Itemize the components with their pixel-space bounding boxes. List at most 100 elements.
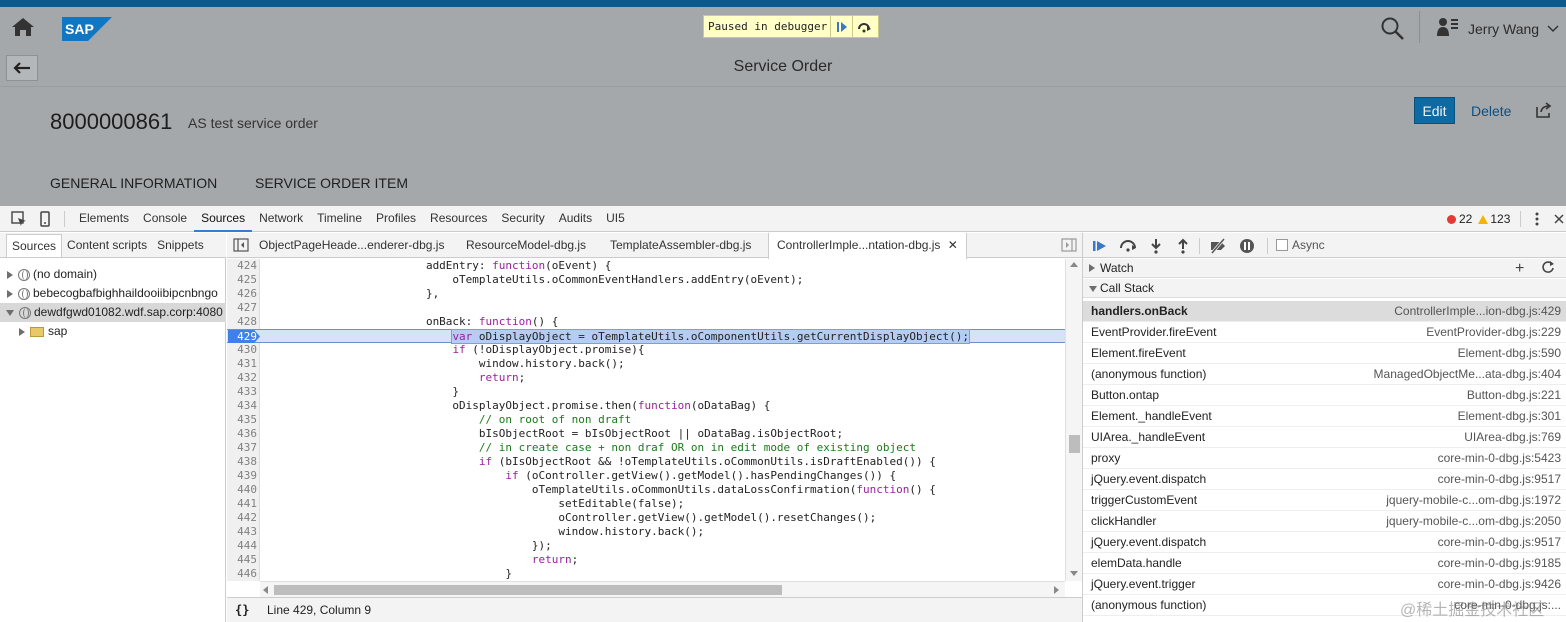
call-frame[interactable]: elemData.handle core-min-0-dbg.js:9185 bbox=[1083, 553, 1566, 574]
close-icon[interactable] bbox=[1552, 210, 1566, 228]
frame-location[interactable]: core-min-0-dbg.js:5423 bbox=[1438, 448, 1561, 469]
frame-location[interactable]: Button-dbg.js:221 bbox=[1467, 385, 1561, 406]
code-line[interactable]: 445 return; bbox=[227, 553, 1067, 567]
line-number[interactable]: 445 bbox=[227, 553, 257, 567]
search-icon[interactable] bbox=[1380, 16, 1406, 42]
home-icon[interactable] bbox=[10, 15, 36, 39]
scroll-left-icon[interactable] bbox=[263, 586, 268, 594]
code-line[interactable]: 431 window.history.back(); bbox=[227, 357, 1067, 371]
code-view[interactable]: 424 addEntry: function(oEvent) {425 oTem… bbox=[227, 259, 1067, 581]
call-frame[interactable]: Element._handleEvent Element-dbg.js:301 bbox=[1083, 406, 1566, 427]
frame-location[interactable]: core-min-0-dbg.js:9426 bbox=[1438, 574, 1561, 595]
code-line[interactable]: 436 bIsObjectRoot = bIsObjectRoot || oDa… bbox=[227, 427, 1067, 441]
toggle-debugger-sidebar-icon[interactable] bbox=[1061, 237, 1077, 253]
step-over-icon[interactable] bbox=[852, 16, 874, 37]
frame-location[interactable]: ManagedObjectMe...ata-dbg.js:404 bbox=[1374, 364, 1561, 385]
pause-on-exceptions-icon[interactable] bbox=[1238, 237, 1256, 255]
tree-item-no-domain[interactable]: (no domain) bbox=[0, 265, 226, 284]
call-frame[interactable]: Button.ontap Button-dbg.js:221 bbox=[1083, 385, 1566, 406]
resume-icon[interactable] bbox=[1091, 237, 1109, 255]
line-number[interactable]: 424 bbox=[227, 259, 257, 273]
file-tab[interactable]: ObjectPageHeade...enderer-dbg.js bbox=[251, 233, 452, 258]
refresh-icon[interactable] bbox=[1541, 260, 1555, 280]
tab-audits[interactable]: Audits bbox=[552, 206, 599, 232]
sap-logo[interactable]: SAP bbox=[62, 17, 112, 41]
code-line[interactable]: 444 }); bbox=[227, 539, 1067, 553]
frame-location[interactable]: Element-dbg.js:590 bbox=[1458, 343, 1561, 364]
line-number[interactable]: 430 bbox=[227, 343, 257, 357]
call-frame[interactable]: jQuery.event.dispatch core-min-0-dbg.js:9… bbox=[1083, 532, 1566, 553]
tab-security[interactable]: Security bbox=[494, 206, 551, 232]
code-line[interactable]: 430 if (!oDisplayObject.promise){ bbox=[227, 343, 1067, 357]
call-frame[interactable]: jQuery.event.dispatch core-min-0-dbg.js:9… bbox=[1083, 469, 1566, 490]
user-menu[interactable]: Jerry Wang bbox=[1436, 17, 1559, 41]
line-number[interactable]: 439 bbox=[227, 469, 257, 483]
frame-location[interactable]: jquery-mobile-c...om-dbg.js:2050 bbox=[1386, 511, 1561, 532]
delete-button[interactable]: Delete bbox=[1471, 103, 1511, 119]
code-line[interactable]: 443 window.history.back(); bbox=[227, 525, 1067, 539]
edit-button[interactable]: Edit bbox=[1414, 97, 1455, 124]
file-tab-active[interactable]: ControllerImple...ntation-dbg.js ✕ bbox=[768, 233, 967, 259]
device-mode-icon[interactable] bbox=[36, 210, 54, 228]
code-line[interactable]: 442 oController.getView().getModel().res… bbox=[227, 511, 1067, 525]
call-frame[interactable]: clickHandler jquery-mobile-c...om-dbg.js:… bbox=[1083, 511, 1566, 532]
line-number[interactable]: 437 bbox=[227, 441, 257, 455]
close-tab-icon[interactable]: ✕ bbox=[948, 238, 958, 252]
code-line[interactable]: 446 } bbox=[227, 567, 1067, 581]
deactivate-breakpoints-icon[interactable] bbox=[1209, 237, 1227, 255]
code-line[interactable]: 427 bbox=[227, 301, 1067, 315]
code-line[interactable]: 428 onBack: function() { bbox=[227, 315, 1067, 329]
code-line[interactable]: 437 // in create case + non draf OR on i… bbox=[227, 441, 1067, 455]
toggle-navigator-icon[interactable] bbox=[233, 237, 249, 253]
line-number[interactable]: 438 bbox=[227, 455, 257, 469]
horizontal-scroll-thumb[interactable] bbox=[274, 585, 782, 595]
tab-console[interactable]: Console bbox=[136, 206, 194, 232]
line-number[interactable]: 433 bbox=[227, 385, 257, 399]
code-line[interactable]: 438 if (bIsObjectRoot && !oTemplateUtils… bbox=[227, 455, 1067, 469]
frame-location[interactable]: ControllerImple...ion-dbg.js:429 bbox=[1394, 301, 1561, 322]
call-stack-section-header[interactable]: Call Stack bbox=[1083, 279, 1566, 298]
tab-general-information[interactable]: GENERAL INFORMATION bbox=[50, 175, 217, 191]
tree-item-host[interactable]: dewdfgwd01082.wdf.sap.corp:4080 bbox=[0, 303, 226, 322]
line-number[interactable]: 440 bbox=[227, 483, 257, 497]
scroll-down-icon[interactable] bbox=[1070, 571, 1078, 576]
file-tab[interactable]: ResourceModel-dbg.js bbox=[458, 233, 594, 258]
inspect-element-icon[interactable] bbox=[10, 210, 28, 228]
code-line[interactable]: 439 if (oController.getView().getModel()… bbox=[227, 469, 1067, 483]
call-frame[interactable]: EventProvider.fireEvent EventProvider-dbg… bbox=[1083, 322, 1566, 343]
tab-ui5[interactable]: UI5 bbox=[599, 206, 632, 232]
step-over-icon[interactable] bbox=[1119, 237, 1137, 255]
horizontal-scrollbar[interactable] bbox=[260, 581, 1065, 597]
frame-location[interactable]: EventProvider-dbg.js:229 bbox=[1426, 322, 1561, 343]
console-counts[interactable]: 22 123 bbox=[1447, 211, 1510, 227]
line-number[interactable]: 444 bbox=[227, 539, 257, 553]
line-number[interactable]: 435 bbox=[227, 413, 257, 427]
call-frame[interactable]: jQuery.event.trigger core-min-0-dbg.js:94… bbox=[1083, 574, 1566, 595]
resume-icon[interactable] bbox=[830, 16, 852, 37]
vertical-scroll-thumb[interactable] bbox=[1069, 435, 1080, 453]
line-number[interactable]: 426 bbox=[227, 287, 257, 301]
code-line[interactable]: 440 oTemplateUtils.oCommonUtils.dataLoss… bbox=[227, 483, 1067, 497]
line-number[interactable]: 436 bbox=[227, 427, 257, 441]
line-number[interactable]: 434 bbox=[227, 399, 257, 413]
step-into-icon[interactable] bbox=[1147, 237, 1165, 255]
scroll-right-icon[interactable] bbox=[1054, 586, 1059, 594]
line-number[interactable]: 431 bbox=[227, 357, 257, 371]
tab-elements[interactable]: Elements bbox=[72, 206, 136, 232]
add-watch-icon[interactable]: + bbox=[1515, 259, 1524, 278]
pretty-print-icon[interactable]: {} bbox=[235, 598, 249, 622]
frame-location[interactable]: Element-dbg.js:301 bbox=[1458, 406, 1561, 427]
call-frame[interactable]: UIArea._handleEvent UIArea-dbg.js:769 bbox=[1083, 427, 1566, 448]
step-out-icon[interactable] bbox=[1174, 237, 1192, 255]
frame-location[interactable]: jquery-mobile-c...om-dbg.js:1972 bbox=[1386, 490, 1561, 511]
code-line[interactable]: 441 setEditable(false); bbox=[227, 497, 1067, 511]
line-number[interactable]: 432 bbox=[227, 371, 257, 385]
tab-service-order-item[interactable]: SERVICE ORDER ITEM bbox=[255, 175, 408, 191]
code-line[interactable]: 434 oDisplayObject.promise.then(function… bbox=[227, 399, 1067, 413]
more-options-icon[interactable] bbox=[1528, 210, 1546, 228]
code-line[interactable]: 435 // on root of non draft bbox=[227, 413, 1067, 427]
line-number[interactable]: 441 bbox=[227, 497, 257, 511]
call-frame[interactable]: proxy core-min-0-dbg.js:5423 bbox=[1083, 448, 1566, 469]
tree-item-folder-sap[interactable]: sap bbox=[0, 322, 226, 341]
line-number[interactable]: 446 bbox=[227, 567, 257, 581]
